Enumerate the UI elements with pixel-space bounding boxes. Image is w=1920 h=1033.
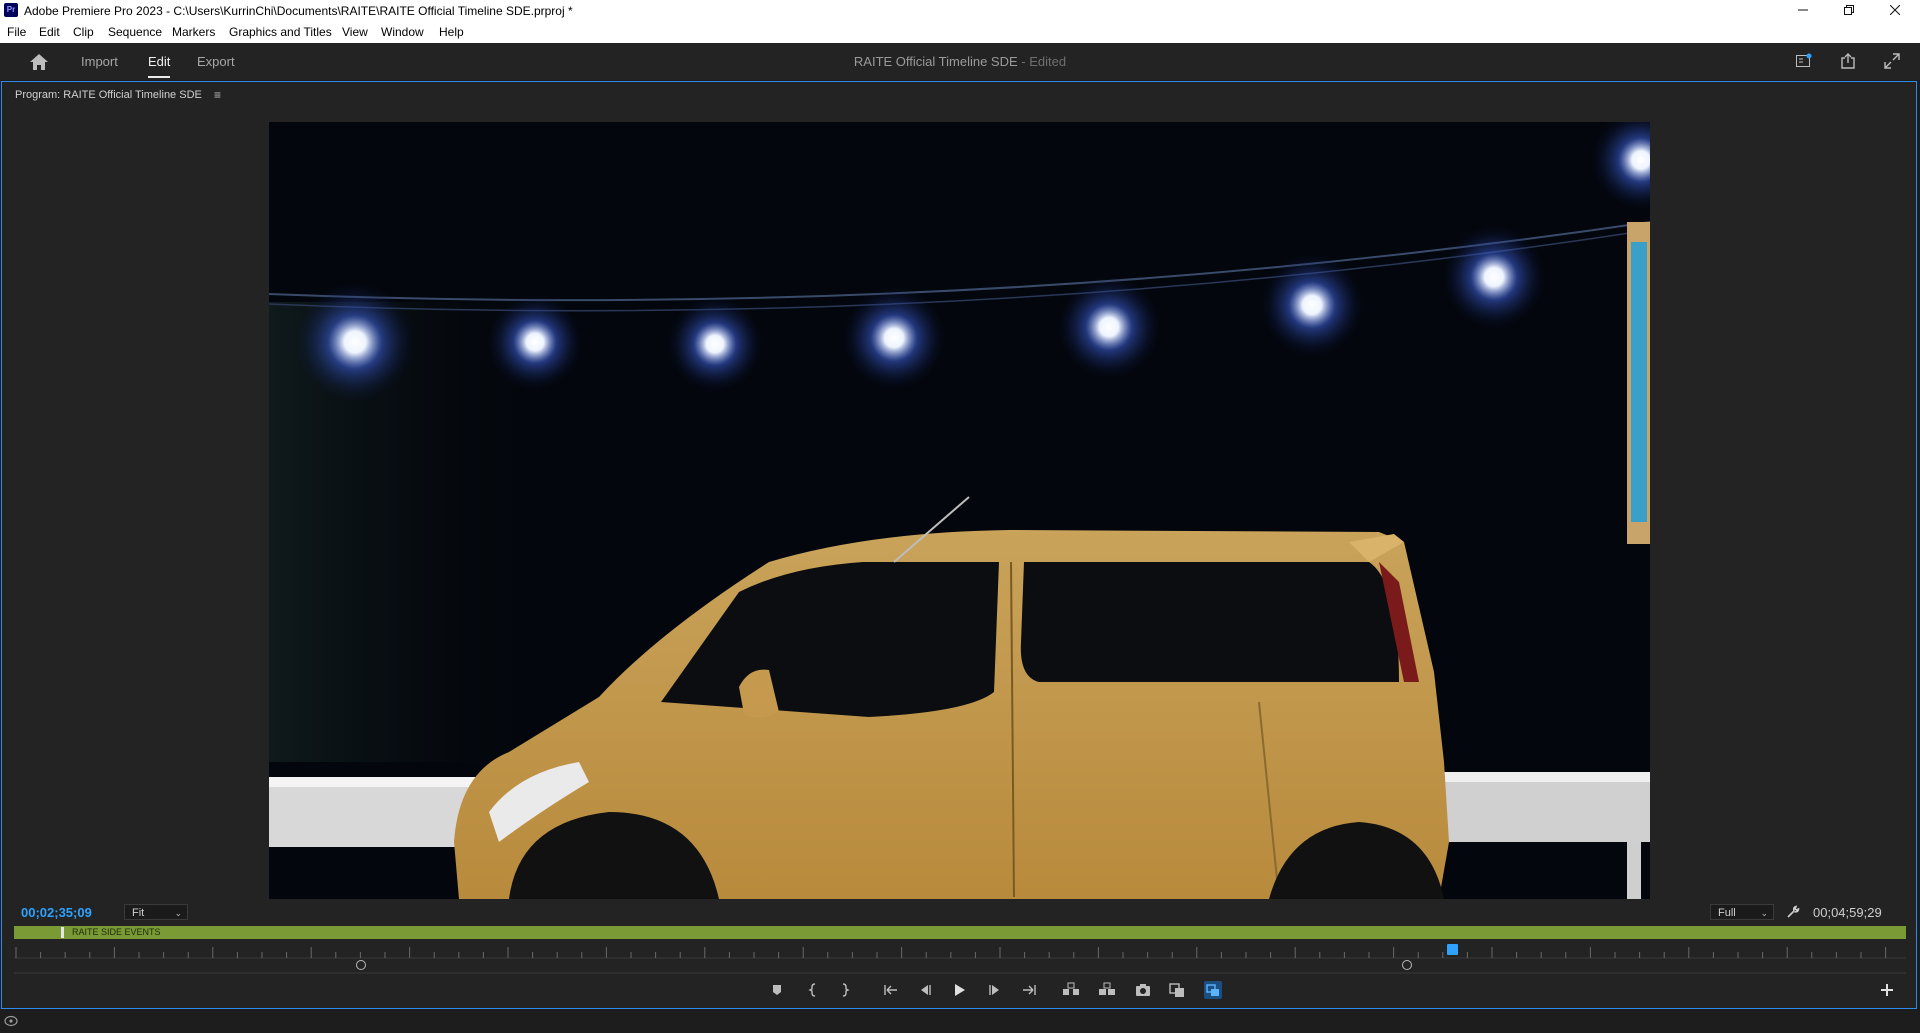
mark-out-icon — [842, 983, 850, 997]
step-back-icon — [921, 985, 931, 995]
project-status: - Edited — [1017, 54, 1067, 69]
close-icon — [1889, 4, 1901, 16]
export-frame-button[interactable] — [1133, 980, 1153, 1000]
minimize-button[interactable] — [1780, 0, 1826, 22]
quick-export-panel-icon — [1796, 53, 1812, 67]
plus-icon — [1881, 984, 1893, 996]
background-tasks-icon — [4, 1015, 18, 1027]
restore-button[interactable] — [1826, 0, 1872, 22]
status-bar — [0, 1010, 1920, 1032]
sequence-duration: 00;04;59;29 — [1813, 905, 1882, 920]
proxy-toggle-icon — [1204, 981, 1222, 999]
premiere-logo-icon: Pr — [4, 3, 18, 17]
menu-sequence[interactable]: Sequence — [108, 25, 162, 39]
play-button[interactable] — [949, 980, 969, 1000]
menu-view[interactable]: View — [342, 25, 368, 39]
extract-icon — [1099, 982, 1115, 995]
extract-button[interactable] — [1097, 980, 1117, 1000]
settings-button[interactable] — [1786, 905, 1800, 919]
mark-in-button[interactable] — [803, 980, 823, 1000]
program-video-frame[interactable] — [269, 122, 1650, 899]
comparison-view-button[interactable] — [1167, 980, 1187, 1000]
project-title: RAITE Official Timeline SDE - Edited — [0, 54, 1920, 69]
window-title: Adobe Premiere Pro 2023 - C:\Users\Kurri… — [24, 4, 573, 18]
go-to-out-icon — [1023, 985, 1036, 995]
add-marker-button[interactable] — [767, 980, 787, 1000]
fullscreen-button[interactable] — [1883, 52, 1901, 70]
go-to-out-button[interactable] — [1019, 980, 1039, 1000]
share-button[interactable] — [1839, 52, 1857, 70]
menu-edit[interactable]: Edit — [39, 25, 60, 39]
button-editor-add-button[interactable] — [1879, 982, 1895, 998]
zoom-start-handle[interactable] — [356, 960, 366, 970]
menu-window[interactable]: Window — [381, 25, 424, 39]
sequence-label: RAITE SIDE EVENTS — [72, 927, 161, 937]
comparison-view-icon — [1169, 983, 1184, 997]
sequence-marker — [61, 927, 64, 938]
workspace-header: Import Edit Export RAITE Official Timeli… — [0, 43, 1920, 80]
zoom-scrollbar-track — [14, 972, 1906, 974]
export-frame-icon — [1136, 984, 1150, 996]
time-ruler[interactable] — [14, 941, 1906, 959]
go-to-in-icon — [884, 985, 897, 995]
close-button[interactable] — [1872, 0, 1918, 22]
mark-out-button[interactable] — [835, 980, 855, 1000]
fullscreen-icon — [1884, 53, 1900, 69]
menu-help[interactable]: Help — [439, 25, 464, 39]
project-name: RAITE Official Timeline SDE — [853, 54, 1018, 69]
add-marker-icon — [773, 985, 781, 995]
mark-in-icon — [808, 983, 816, 997]
active-tab-indicator — [148, 76, 170, 78]
zoom-level-select[interactable]: Fit ⌄ — [124, 904, 188, 920]
resolution-select[interactable]: Full ⌄ — [1710, 904, 1774, 920]
zoom-level-value: Fit — [132, 907, 145, 919]
sequence-bar[interactable]: RAITE SIDE EVENTS — [14, 926, 1906, 939]
video-frame-image — [269, 122, 1650, 899]
playhead[interactable] — [1446, 944, 1458, 955]
menu-clip[interactable]: Clip — [73, 25, 94, 39]
ruler-ticks — [14, 947, 1906, 959]
play-icon — [955, 984, 965, 996]
wrench-icon — [1787, 905, 1800, 918]
menu-markers[interactable]: Markers — [172, 25, 215, 39]
lift-button[interactable] — [1061, 980, 1081, 1000]
lift-icon — [1063, 982, 1079, 995]
panel-menu-icon[interactable]: ≡ — [214, 88, 221, 102]
quick-export-panel-button[interactable] — [1795, 52, 1813, 70]
share-icon — [1841, 53, 1855, 69]
current-timecode[interactable]: 00;02;35;09 — [21, 905, 92, 920]
resolution-value: Full — [1718, 907, 1736, 919]
chevron-down-icon: ⌄ — [174, 908, 182, 918]
zoom-scrollbar[interactable] — [14, 963, 1906, 974]
background-tasks-button[interactable] — [3, 1014, 19, 1028]
minimize-icon — [1798, 9, 1808, 11]
restore-icon — [1844, 5, 1854, 15]
step-forward-icon — [989, 985, 999, 995]
step-forward-button[interactable] — [985, 980, 1005, 1000]
zoom-end-handle[interactable] — [1402, 960, 1412, 970]
go-to-in-button[interactable] — [881, 980, 901, 1000]
window-title-bar: Pr Adobe Premiere Pro 2023 - C:\Users\Ku… — [0, 0, 1920, 22]
step-back-button[interactable] — [915, 980, 935, 1000]
menu-file[interactable]: File — [7, 25, 26, 39]
chevron-down-icon: ⌄ — [1760, 908, 1768, 918]
menu-graphics-and-titles[interactable]: Graphics and Titles — [229, 25, 332, 39]
proxy-toggle-button[interactable] — [1203, 980, 1223, 1000]
menu-bar: File Edit Clip Sequence Markers Graphics… — [0, 22, 1920, 43]
panel-title: Program: RAITE Official Timeline SDE — [15, 89, 202, 101]
